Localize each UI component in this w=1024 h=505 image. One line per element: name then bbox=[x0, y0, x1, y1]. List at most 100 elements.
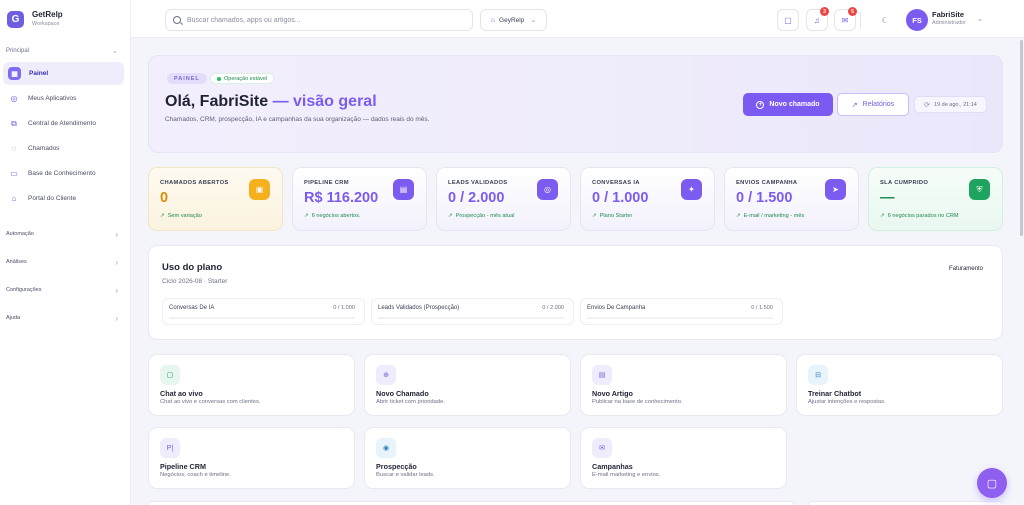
user-menu[interactable]: FabriSite Administrador bbox=[932, 11, 966, 26]
action-title: Novo Chamado bbox=[376, 389, 429, 398]
sidebar-item-portal-do-cliente[interactable]: ⌂ Portal do Cliente bbox=[3, 187, 124, 210]
workspace-selector[interactable]: ⌂ GeyRelp ⌄ bbox=[480, 9, 547, 31]
action-description: E-mail marketing e envios. bbox=[592, 472, 661, 478]
usage-item-envios: Envios De Campanha 0 / 1.500 bbox=[580, 298, 783, 325]
messages-button[interactable]: ✉ 5 bbox=[834, 7, 857, 31]
kpi-card-chamados[interactable]: CHAMADOS ABERTOS 0 ↗ Sem variação ▣ bbox=[148, 167, 283, 231]
kpi-footnote: ↗ Prospecção - mês atual bbox=[448, 213, 514, 219]
send-icon: ➤ bbox=[825, 179, 846, 200]
last-updated: 19 de ago., 21:14 bbox=[934, 101, 977, 108]
sidebar-item-meus-aplicativos[interactable]: ◎ Meus Aplicativos bbox=[3, 87, 124, 110]
notifications-button[interactable]: ♫ 3 bbox=[806, 7, 829, 31]
sidebar-group-configuracoes[interactable]: Configurações › bbox=[0, 276, 130, 304]
kpi-footnote-text: Sem variação bbox=[167, 213, 202, 219]
action-card-chat[interactable]: ▢ Chat ao vivo Chat ao vivo e conversas … bbox=[148, 354, 355, 416]
sidebar-item-label: Painel bbox=[29, 70, 49, 77]
divider bbox=[860, 12, 861, 28]
moon-icon: ☾ bbox=[881, 15, 889, 25]
user-role: Administrador bbox=[932, 19, 966, 26]
usage-label: Conversas De IA bbox=[169, 305, 215, 311]
sidebar-section-label: Principal bbox=[6, 48, 30, 54]
refresh-icon: ⟳ bbox=[924, 101, 931, 109]
action-card-campanhas[interactable]: ✉ Campanhas E-mail marketing e envios. bbox=[580, 427, 787, 489]
chat-fab-button[interactable]: ▢ bbox=[977, 468, 1007, 498]
theme-toggle[interactable]: ☾ bbox=[874, 9, 896, 31]
chevron-down-icon: ⌄ bbox=[530, 17, 537, 24]
action-description: Ajustar intenções e respostas. bbox=[808, 399, 886, 405]
reports-button[interactable]: ↗ Relatórios bbox=[837, 93, 909, 116]
user-name: FabriSite bbox=[932, 10, 965, 19]
chevron-right-icon: › bbox=[115, 257, 118, 267]
action-title: Campanhas bbox=[592, 462, 633, 471]
support-icon: ⧉ bbox=[11, 118, 17, 128]
sidebar: G GetRelp Workspace Principal ⌄ ▦ Painel… bbox=[0, 0, 131, 505]
sidebar-section-principal[interactable]: Principal ⌄ bbox=[0, 45, 130, 57]
usage-item-conversas: Conversas De IA 0 / 1.000 bbox=[162, 298, 365, 325]
trend-up-icon: ↗ bbox=[448, 213, 453, 219]
avatar[interactable]: FS bbox=[906, 9, 928, 31]
chat-icon: ▢ bbox=[986, 477, 998, 490]
title-main: Olá, FabriSite bbox=[165, 93, 269, 110]
kpi-footnote: ↗ 6 negócios parados no CRM bbox=[880, 213, 959, 219]
action-card-prospeccao[interactable]: ◉ Prospecção Buscar e validar leads. bbox=[364, 427, 571, 489]
kpi-card-sla[interactable]: SLA CUMPRIDO — ↗ 6 negócios parados no CR… bbox=[868, 167, 1003, 231]
sidebar-item-label: Portal do Cliente bbox=[28, 195, 77, 202]
action-card-pipeline-crm[interactable]: P| Pipeline CRM Negócios, coach e timeli… bbox=[148, 427, 355, 489]
action-card-novo-artigo[interactable]: ▤ Novo Artigo Publicar na base de conhec… bbox=[580, 354, 787, 416]
kpi-card-conversas[interactable]: CONVERSAS IA 0 / 1.000 ↗ Plano Starter ✦ bbox=[580, 167, 715, 231]
scrollbar[interactable] bbox=[1018, 38, 1024, 505]
status-dot-icon bbox=[217, 76, 221, 81]
chevron-right-icon: › bbox=[115, 313, 118, 323]
sidebar-item-chamados[interactable]: ◌ Chamados bbox=[3, 137, 124, 160]
sidebar-item-central-de-atendimento[interactable]: ⧉ Central de Atendimento bbox=[3, 112, 124, 135]
sidebar-item-base-de-conhecimento[interactable]: ▭ Base de Conhecimento bbox=[3, 162, 124, 185]
kpi-footnote-text: E-mail / marketing - mês bbox=[743, 213, 805, 219]
hero-banner: PAINEL Operação estável Olá, FabriSite —… bbox=[148, 55, 1003, 153]
notifications-badge: 3 bbox=[820, 7, 829, 16]
kpi-label: PIPELINE CRM bbox=[304, 180, 349, 186]
kpi-value: R$ 116.200 bbox=[304, 190, 379, 206]
compass-icon: ◉ bbox=[376, 438, 396, 458]
trend-up-icon: ↗ bbox=[592, 213, 597, 219]
action-card-novo-chamado[interactable]: ⊕ Novo Chamado Abrir ticket com priorida… bbox=[364, 354, 571, 416]
kpi-card-pipeline[interactable]: PIPELINE CRM R$ 116.200 ↗ 6 negócios aber… bbox=[292, 167, 427, 231]
title-accent: — visão geral bbox=[268, 93, 377, 110]
sidebar-item-painel[interactable]: ▦ Painel bbox=[3, 62, 124, 85]
usage-value: 0 / 1.000 bbox=[333, 305, 355, 311]
chevron-down-icon[interactable]: ⌄ bbox=[977, 15, 983, 23]
usage-value: 0 / 2.000 bbox=[542, 305, 564, 311]
kpi-value: 0 / 2.000 bbox=[448, 190, 505, 206]
brand[interactable]: G GetRelp Workspace bbox=[0, 0, 130, 38]
plan-subtitle: Ciclo 2026-08 · Starter bbox=[162, 278, 228, 285]
kpi-footnote: ↗ E-mail / marketing - mês bbox=[736, 213, 804, 219]
action-description: Publicar na base de conhecimento. bbox=[592, 399, 683, 405]
usage-progress bbox=[378, 317, 564, 319]
kpi-card-envios[interactable]: ENVIOS CAMPANHA 0 / 1.500 ↗ E-mail / mark… bbox=[724, 167, 859, 231]
refresh-button[interactable]: ⟳ 19 de ago., 21:14 bbox=[914, 96, 987, 113]
billing-link[interactable]: Faturamento bbox=[949, 266, 983, 272]
kpi-value: 0 bbox=[160, 190, 169, 206]
apps-icon: ◎ bbox=[10, 94, 18, 103]
kpi-card-leads[interactable]: LEADS VALIDADOS 0 / 2.000 ↗ Prospecção - … bbox=[436, 167, 571, 231]
kpi-label: SLA CUMPRIDO bbox=[880, 180, 929, 186]
action-title: Pipeline CRM bbox=[160, 462, 206, 471]
target-icon: ◎ bbox=[537, 179, 558, 200]
sidebar-group-automacao[interactable]: Automação › bbox=[0, 220, 130, 248]
chat-button[interactable]: ▢ bbox=[777, 9, 799, 31]
new-ticket-button[interactable]: + Novo chamado bbox=[743, 93, 833, 116]
kpi-footnote-text: 6 negócios parados no CRM bbox=[887, 213, 959, 219]
action-description: Abrir ticket com prioridade. bbox=[376, 399, 445, 405]
kpi-value: 0 / 1.500 bbox=[736, 190, 793, 206]
kpi-footnote-text: 6 negócios abertos. bbox=[311, 213, 361, 219]
action-card-treinar-chatbot[interactable]: ⊟ Treinar Chatbot Ajustar intenções e re… bbox=[796, 354, 1003, 416]
sidebar-group-analises[interactable]: Análises › bbox=[0, 248, 130, 276]
search-input[interactable]: Buscar chamados, apps ou artigos... bbox=[165, 9, 473, 31]
chevron-right-icon: › bbox=[115, 285, 118, 295]
mail-icon: ✉ bbox=[592, 438, 612, 458]
sidebar-group-ajuda[interactable]: Ajuda › bbox=[0, 304, 130, 332]
scrollbar-thumb[interactable] bbox=[1020, 40, 1023, 236]
status-text: Operação estável bbox=[224, 75, 268, 82]
plan-title: Uso do plano bbox=[162, 262, 223, 273]
chat-icon: ▢ bbox=[160, 365, 180, 385]
action-title: Treinar Chatbot bbox=[808, 389, 862, 398]
